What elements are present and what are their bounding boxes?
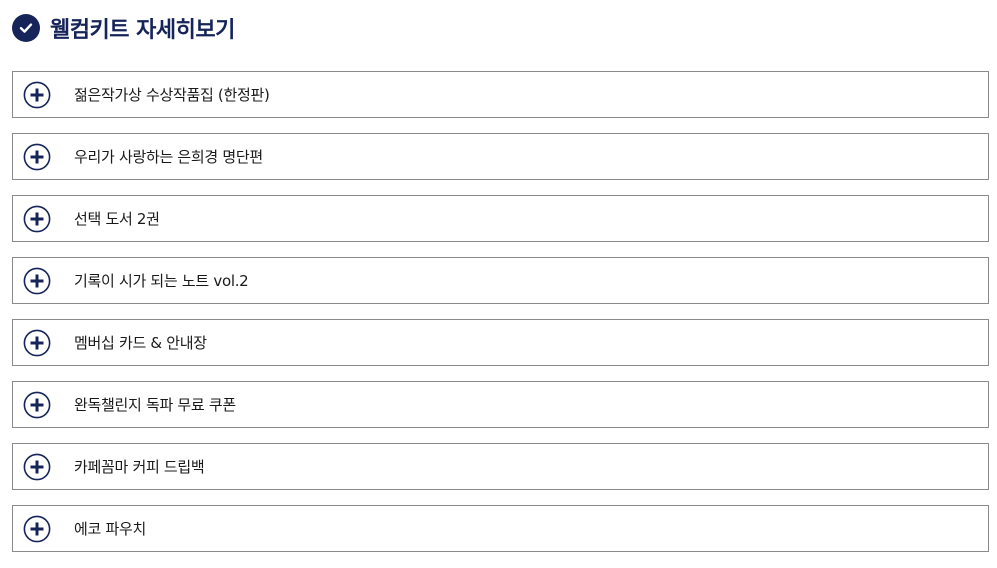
plus-circle-icon[interactable] bbox=[23, 453, 51, 481]
accordion-item[interactable]: 선택 도서 2권 bbox=[12, 195, 989, 242]
plus-circle-icon[interactable] bbox=[23, 143, 51, 171]
plus-circle-icon[interactable] bbox=[23, 329, 51, 357]
check-circle-icon bbox=[12, 14, 40, 42]
accordion-item-label: 에코 파우치 bbox=[74, 520, 146, 538]
accordion-item[interactable]: 멤버십 카드 & 안내장 bbox=[12, 319, 989, 366]
plus-circle-icon[interactable] bbox=[23, 391, 51, 419]
plus-circle-icon[interactable] bbox=[23, 81, 51, 109]
accordion-item[interactable]: 에코 파우치 bbox=[12, 505, 989, 552]
plus-circle-icon[interactable] bbox=[23, 515, 51, 543]
accordion-item[interactable]: 젊은작가상 수상작품집 (한정판) bbox=[12, 71, 989, 118]
accordion-item-label: 젊은작가상 수상작품집 (한정판) bbox=[74, 86, 270, 104]
accordion-item[interactable]: 우리가 사랑하는 은희경 명단편 bbox=[12, 133, 989, 180]
accordion-item[interactable]: 완독챌린지 독파 무료 쿠폰 bbox=[12, 381, 989, 428]
accordion-item-label: 카페꼼마 커피 드립백 bbox=[74, 458, 205, 476]
accordion-item-label: 우리가 사랑하는 은희경 명단편 bbox=[74, 148, 263, 166]
page-title: 웰컴키트 자세히보기 bbox=[50, 18, 235, 43]
accordion-item-label: 선택 도서 2권 bbox=[74, 210, 160, 228]
plus-circle-icon[interactable] bbox=[23, 267, 51, 295]
plus-circle-icon[interactable] bbox=[23, 205, 51, 233]
accordion-item-label: 완독챌린지 독파 무료 쿠폰 bbox=[74, 396, 236, 414]
accordion-item[interactable]: 카페꼼마 커피 드립백 bbox=[12, 443, 989, 490]
accordion-item[interactable]: 기록이 시가 되는 노트 vol.2 bbox=[12, 257, 989, 304]
section-header: 웰컴키트 자세히보기 bbox=[12, 12, 235, 44]
accordion-item-label: 멤버십 카드 & 안내장 bbox=[74, 334, 207, 352]
accordion-item-label: 기록이 시가 되는 노트 vol.2 bbox=[74, 272, 249, 290]
kit-item-list: 젊은작가상 수상작품집 (한정판) 우리가 사랑하는 은희경 명단편 선택 도서… bbox=[12, 71, 989, 567]
